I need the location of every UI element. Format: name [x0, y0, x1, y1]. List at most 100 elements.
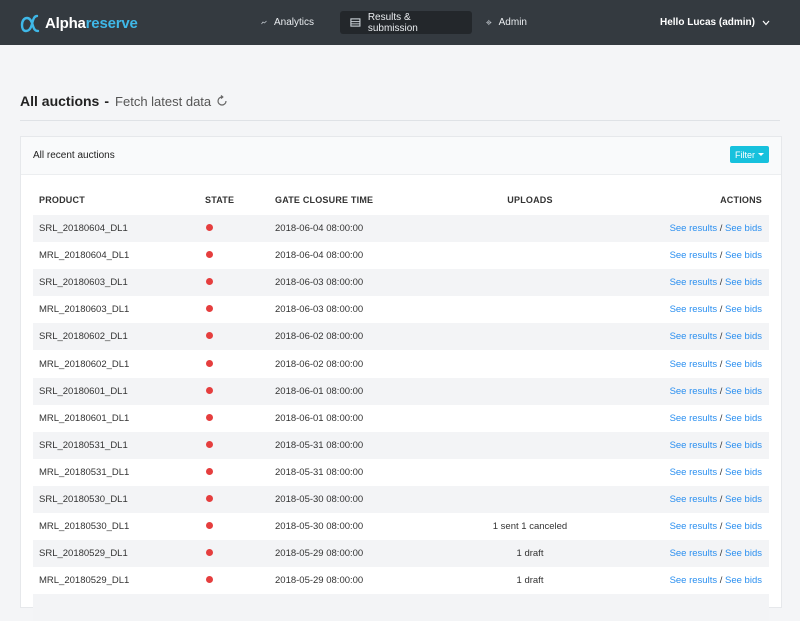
see-bids-link[interactable]: See bids	[725, 386, 762, 397]
user-menu[interactable]: Hello Lucas (admin)	[660, 11, 770, 34]
gear-icon	[486, 19, 492, 26]
action-separator: /	[719, 521, 723, 533]
see-bids-link[interactable]: See bids	[725, 277, 762, 288]
see-bids-link[interactable]: See bids	[725, 304, 762, 315]
action-separator: /	[719, 250, 723, 262]
gate-closure-cell: 2018-05-31 08:00:00	[275, 439, 364, 451]
brand-name-part1: Alpha	[45, 14, 86, 32]
table-row: SRL_20180531_DL1 2018-05-31 08:00:00 See r…	[33, 431, 769, 459]
action-separator: /	[719, 439, 723, 451]
state-cell	[205, 269, 275, 296]
gate-closure-cell: 2018-06-01 08:00:00	[275, 385, 364, 397]
see-results-link[interactable]: See results	[670, 494, 718, 505]
see-results-link[interactable]: See results	[670, 304, 718, 315]
see-bids-link[interactable]: See bids	[725, 521, 762, 532]
uploads-cell: 1 draft	[516, 548, 544, 560]
see-results-link[interactable]: See results	[670, 250, 718, 261]
see-bids-link[interactable]: See bids	[725, 548, 762, 559]
uploads-cell	[455, 350, 605, 377]
see-bids-link[interactable]: See bids	[725, 223, 762, 234]
gate-closure-cell: 2018-06-04 08:00:00	[275, 223, 364, 235]
table-row: MRL_20180603_DL1 2018-06-03 08:00:00 See r…	[33, 296, 769, 323]
uploads-cell	[455, 215, 605, 242]
uploads-cell: 1 sent 1 canceled	[492, 521, 568, 533]
brand-logo[interactable]: Alphareserve	[20, 12, 138, 34]
see-bids-link[interactable]: See bids	[725, 494, 762, 505]
filter-button[interactable]: Filter	[730, 146, 769, 163]
table-row	[33, 594, 769, 621]
state-indicator	[206, 278, 213, 286]
see-bids-link[interactable]: See bids	[725, 331, 762, 342]
nav-admin-label: Admin	[498, 17, 527, 28]
title-separator: -	[104, 93, 110, 109]
see-results-link[interactable]: See results	[670, 440, 718, 451]
gate-closure-cell	[275, 594, 455, 621]
divider	[20, 120, 780, 121]
table-row: MRL_20180529_DL1 2018-05-29 08:00:00 1 dra…	[33, 567, 769, 594]
column-header-gate-closure: GATE CLOSURE TIME	[275, 194, 374, 205]
see-bids-link[interactable]: See bids	[725, 440, 762, 451]
see-results-link[interactable]: See results	[670, 386, 718, 397]
gate-closure-cell: 2018-06-04 08:00:00	[275, 250, 364, 262]
nav-analytics-label: Analytics	[273, 17, 314, 28]
table-row: SRL_20180604_DL1 2018-06-04 08:00:00 See r…	[33, 215, 769, 243]
actions-cell: See results / See bids	[605, 567, 769, 594]
product-cell: SRL_20180603_DL1	[39, 277, 128, 289]
product-cell: SRL_20180530_DL1	[39, 493, 128, 505]
state-indicator	[206, 251, 213, 259]
nav-admin[interactable]: Admin	[476, 11, 537, 34]
state-indicator	[206, 549, 213, 557]
see-results-link[interactable]: See results	[670, 575, 718, 586]
product-cell: SRL_20180601_DL1	[39, 385, 128, 397]
see-results-link[interactable]: See results	[670, 467, 718, 478]
see-results-link[interactable]: See results	[670, 413, 718, 424]
table-row: SRL_20180602_DL1 2018-06-02 08:00:00 See r…	[33, 323, 769, 351]
product-cell: SRL_20180531_DL1	[39, 439, 128, 451]
see-bids-link[interactable]: See bids	[725, 359, 762, 370]
state-cell	[205, 567, 275, 594]
state-cell	[205, 486, 275, 513]
uploads-cell	[455, 486, 605, 513]
table-row: MRL_20180530_DL1 2018-05-30 08:00:00 1 sen…	[33, 513, 769, 540]
column-header-actions: ACTIONS	[720, 194, 762, 205]
state-indicator	[206, 494, 213, 502]
see-bids-link[interactable]: See bids	[725, 467, 762, 478]
see-results-link[interactable]: See results	[670, 277, 718, 288]
see-bids-link[interactable]: See bids	[725, 413, 762, 424]
refresh-icon	[217, 95, 227, 106]
action-separator: /	[719, 358, 723, 370]
product-cell: SRL_20180529_DL1	[39, 548, 128, 560]
state-indicator	[206, 332, 213, 340]
nav-analytics[interactable]: Analytics	[251, 11, 324, 34]
gate-closure-cell: 2018-05-30 08:00:00	[275, 493, 364, 505]
table-row: SRL_20180601_DL1 2018-06-01 08:00:00 See r…	[33, 377, 769, 405]
actions-cell: See results / See bids	[605, 459, 769, 486]
gate-closure-cell: 2018-05-29 08:00:00	[275, 548, 364, 560]
chevron-down-icon	[762, 20, 770, 25]
see-results-link[interactable]: See results	[670, 548, 718, 559]
gate-closure-cell: 2018-05-31 08:00:00	[275, 466, 364, 478]
column-header-state: STATE	[205, 194, 235, 205]
action-separator: /	[719, 331, 723, 343]
see-bids-link[interactable]: See bids	[725, 575, 762, 586]
user-greeting: Hello Lucas (admin)	[659, 17, 755, 28]
see-results-link[interactable]: See results	[670, 331, 718, 342]
action-separator: /	[719, 466, 723, 478]
see-results-link[interactable]: See results	[670, 521, 718, 532]
card-header: All recent auctions Filter	[21, 137, 781, 175]
caret-down-icon	[758, 153, 764, 156]
actions-cell: See results / See bids	[605, 296, 769, 323]
alpha-logo-icon	[20, 14, 40, 33]
state-cell	[205, 378, 275, 405]
see-results-link[interactable]: See results	[670, 223, 718, 234]
gate-closure-cell: 2018-05-30 08:00:00	[275, 521, 364, 533]
product-cell	[33, 594, 205, 621]
uploads-cell	[455, 594, 605, 621]
actions-cell: See results / See bids	[605, 269, 769, 296]
fetch-latest-button[interactable]: Fetch latest data	[115, 94, 228, 109]
action-separator: /	[719, 493, 723, 505]
product-cell: MRL_20180602_DL1	[39, 358, 130, 370]
see-bids-link[interactable]: See bids	[725, 250, 762, 261]
nav-results-submission[interactable]: Results & submission	[340, 11, 472, 34]
see-results-link[interactable]: See results	[670, 359, 718, 370]
